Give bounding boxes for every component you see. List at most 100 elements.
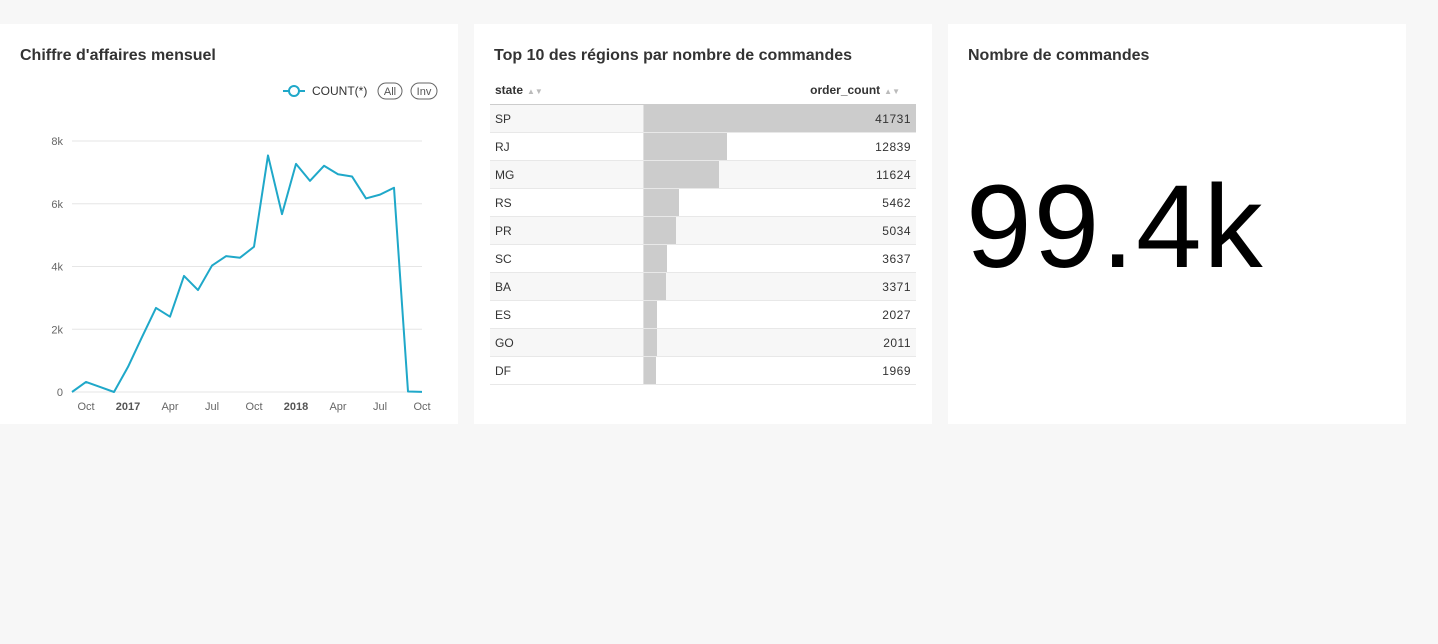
data-point[interactable]	[349, 173, 355, 179]
column-header-state-label: state	[495, 83, 524, 97]
data-point[interactable]	[307, 178, 313, 184]
x-tick-label: Oct	[77, 401, 94, 413]
data-point[interactable]	[153, 305, 159, 311]
table-row: ES 2027	[490, 300, 916, 329]
x-tick-label: Oct	[245, 401, 262, 413]
data-point[interactable]	[125, 364, 131, 370]
order-count-cell: 2027	[643, 300, 916, 329]
legend-inv-button[interactable]: Inv	[410, 82, 438, 100]
data-point[interactable]	[139, 334, 145, 340]
order-count-value: 1969	[882, 363, 911, 378]
revenue-chart-card: Chiffre d'affaires mensuel 0 2k 4k 6k 8k Oct 2…	[0, 24, 458, 424]
data-point[interactable]	[237, 255, 243, 261]
table-row: RS 5462	[490, 188, 916, 217]
legend-swatch-marker	[288, 85, 300, 97]
order-count-value: 11624	[876, 167, 911, 182]
data-point[interactable]	[405, 388, 411, 394]
legend-all-label: All	[384, 86, 396, 98]
order-count-bar	[643, 357, 657, 384]
data-point[interactable]	[209, 263, 215, 269]
table-row: RJ 12839	[490, 132, 916, 161]
order-count-cell: 2011	[643, 328, 916, 357]
legend-all-button[interactable]: All	[377, 82, 403, 100]
order-count-cell: 3371	[643, 272, 916, 301]
sort-icon[interactable]: ▲▼	[884, 87, 900, 96]
state-cell: BA	[490, 272, 644, 301]
data-point[interactable]	[181, 273, 187, 279]
order-count-value: 3371	[882, 279, 911, 294]
table-row: GO 2011	[490, 328, 916, 357]
state-cell: GO	[490, 328, 644, 357]
state-cell: PR	[490, 216, 644, 245]
state-cell: DF	[490, 356, 644, 385]
x-tick-label: Jul	[205, 401, 219, 413]
data-point[interactable]	[223, 253, 229, 259]
data-point[interactable]	[293, 161, 299, 167]
x-tick-label: 2017	[116, 401, 140, 413]
y-tick-label: 0	[57, 387, 63, 399]
column-header-order-count-label: order_count	[810, 83, 881, 97]
legend-series-label[interactable]: COUNT(*)	[312, 84, 367, 98]
order-count-title: Nombre de commandes	[968, 47, 1150, 64]
order-count-value: 5462	[882, 195, 911, 210]
y-tick-label: 8k	[51, 136, 63, 148]
state-cell: ES	[490, 300, 644, 329]
data-point[interactable]	[391, 185, 397, 191]
order-count-bar	[643, 301, 657, 328]
top-regions-card: Top 10 des régions par nombre de command…	[474, 24, 932, 424]
data-point[interactable]	[83, 379, 89, 385]
data-point[interactable]	[321, 163, 327, 169]
order-count-value: 12839	[875, 139, 911, 154]
order-count-value: 5034	[882, 223, 911, 238]
order-count-value: 2011	[883, 335, 911, 350]
order-count-value: 41731	[875, 111, 911, 126]
data-point[interactable]	[195, 287, 201, 293]
table-row: MG 11624	[490, 160, 916, 189]
regions-table-wrapper: state ▲▼ order_count ▲▼ SP 41731 RJ 12839 MG 11…	[490, 76, 916, 385]
data-point[interactable]	[419, 389, 425, 395]
order-count-cell: 5462	[643, 188, 916, 217]
data-point[interactable]	[69, 389, 75, 395]
x-tick-label: Oct	[413, 401, 430, 413]
order-count-cell: 41731	[643, 104, 916, 133]
data-point[interactable]	[111, 389, 117, 395]
series-line-count[interactable]	[71, 154, 423, 393]
order-count-cell: 1969	[643, 356, 916, 385]
order-count-bar	[643, 273, 666, 300]
table-row: BA 3371	[490, 272, 916, 301]
state-cell: MG	[490, 160, 644, 189]
data-point[interactable]	[265, 152, 271, 158]
column-header-state[interactable]: state ▲▼	[490, 76, 643, 105]
column-header-order-count[interactable]: order_count ▲▼	[643, 76, 916, 105]
data-point[interactable]	[363, 195, 369, 201]
order-count-bar	[643, 189, 680, 216]
sort-icon[interactable]: ▲▼	[527, 87, 543, 96]
state-cell: SP	[490, 104, 644, 133]
data-point[interactable]	[377, 192, 383, 198]
table-row: PR 5034	[490, 216, 916, 245]
regions-table: state ▲▼ order_count ▲▼ SP 41731 RJ 12839 MG 11…	[490, 76, 916, 385]
data-point[interactable]	[167, 314, 173, 320]
order-count-card: Nombre de commandes 99.4k	[948, 24, 1406, 424]
top-regions-title: Top 10 des régions par nombre de command…	[494, 47, 853, 64]
y-tick-label: 2k	[51, 324, 63, 336]
order-count-bar	[643, 329, 657, 356]
order-count-value: 2027	[882, 307, 911, 322]
order-count-bar	[643, 245, 668, 272]
data-point[interactable]	[335, 171, 341, 177]
order-count-cell: 12839	[643, 132, 916, 161]
order-count-cell: 5034	[643, 216, 916, 245]
revenue-line-chart: 0 2k 4k 6k 8k Oct 2017 Apr Jul Oct 2018 Apr Jul Oct C…	[51, 82, 438, 413]
x-tick-label: Apr	[161, 401, 178, 413]
table-header-row: state ▲▼ order_count ▲▼	[490, 76, 916, 105]
data-point[interactable]	[279, 211, 285, 217]
data-point[interactable]	[251, 244, 257, 250]
table-row: DF 1969	[490, 356, 916, 385]
y-tick-label: 6k	[51, 199, 63, 211]
data-point[interactable]	[97, 384, 103, 390]
state-cell: SC	[490, 244, 644, 273]
x-tick-label: Apr	[329, 401, 346, 413]
x-tick-label: 2018	[284, 401, 308, 413]
legend-inv-label: Inv	[417, 86, 432, 98]
state-cell: RJ	[490, 132, 644, 161]
